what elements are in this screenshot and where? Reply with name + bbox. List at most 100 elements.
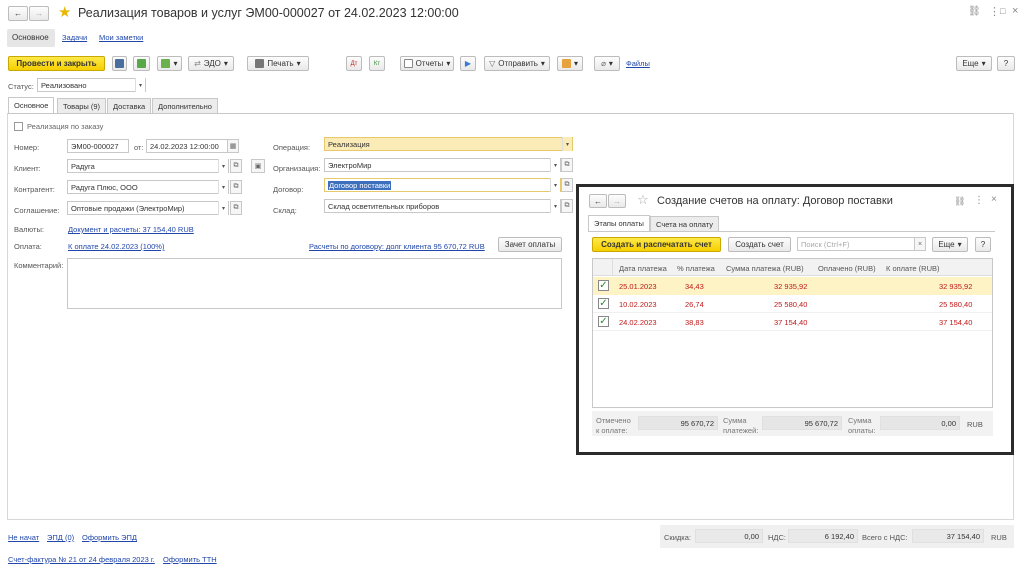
dialog-help-button[interactable]: ?	[975, 237, 991, 252]
maximize-icon[interactable]: □	[1000, 6, 1005, 16]
favorite-star-icon[interactable]: ★	[58, 3, 71, 21]
dialog-more-icon[interactable]: ⋮	[974, 195, 984, 206]
dialog-tab-stages[interactable]: Этапы оплаты	[588, 215, 650, 231]
status-select[interactable]: Реализовано	[37, 78, 146, 92]
chevron-down-icon[interactable]: ▾	[550, 199, 560, 213]
chevron-down-icon[interactable]: ▾	[218, 159, 228, 173]
create-epd-link[interactable]: Оформить ЭПД	[82, 533, 137, 542]
send-button[interactable]: ▽ Отправить ▾	[484, 56, 550, 71]
files-link[interactable]: Файлы	[626, 59, 650, 68]
dt-kt-button[interactable]: Дт	[346, 56, 362, 71]
dialog-tab-invoices[interactable]: Счета на оплату	[650, 216, 720, 231]
row-checkbox[interactable]: ✓	[598, 298, 609, 309]
col-sum[interactable]: Сумма платежа (RUB)	[726, 264, 804, 273]
chevron-down-icon[interactable]: ▾	[550, 158, 560, 172]
dialog-more-button[interactable]: Еще ▾	[932, 237, 968, 252]
tab-delivery[interactable]: Доставка	[107, 98, 152, 113]
create-invoice-button[interactable]: Создать счет	[728, 237, 791, 252]
link-icon[interactable]: ⛓	[968, 6, 981, 17]
comment-field[interactable]	[67, 258, 562, 309]
client-card-icon[interactable]: ▣	[251, 159, 265, 173]
row-checkbox[interactable]: ✓	[598, 316, 609, 327]
organization-field[interactable]: ЭлектроМир	[324, 158, 561, 172]
date-field[interactable]: 24.02.2023 12:00:00	[146, 139, 238, 153]
tab-additional[interactable]: Дополнительно	[152, 98, 218, 113]
tab-notes[interactable]: Мои заметки	[99, 33, 143, 42]
open-icon[interactable]: ⧉	[230, 201, 242, 215]
col-percent[interactable]: % платежа	[677, 264, 715, 273]
documents-button[interactable]: ▾	[557, 56, 583, 71]
clear-search-icon[interactable]: ×	[914, 237, 926, 251]
chevron-down-icon[interactable]: ▾	[218, 180, 228, 194]
chevron-down-icon[interactable]: ▾	[550, 178, 560, 192]
post-button[interactable]	[133, 56, 150, 71]
dialog-search-input[interactable]: Поиск (Ctrl+F)	[797, 237, 915, 251]
dialog-star-icon[interactable]: ☆	[637, 192, 649, 208]
edo-button[interactable]: ⇄ ЭДО ▾	[188, 56, 234, 71]
close-icon[interactable]: ×	[1012, 5, 1018, 17]
tab-main-nav[interactable]: Основное	[7, 29, 55, 47]
dialog-close-icon[interactable]: ×	[991, 194, 997, 205]
number-field[interactable]: ЭМ00-000027	[67, 139, 129, 153]
accounting-button[interactable]: Кт	[369, 56, 385, 71]
operation-field[interactable]: Реализация	[324, 137, 573, 151]
chevron-down-icon[interactable]: ▾	[135, 78, 145, 92]
back-button[interactable]: ←	[8, 6, 28, 21]
client-field[interactable]: Радуга	[67, 159, 229, 173]
forward-button[interactable]: →	[29, 6, 49, 21]
by-order-checkbox[interactable]	[14, 122, 23, 131]
counterparty-field[interactable]: Радуга Плюс, ООО	[67, 180, 229, 194]
dialog-back-button[interactable]: ←	[589, 194, 607, 208]
settlements-link[interactable]: Расчеты по договору: долг клиента 95 670…	[309, 242, 485, 251]
col-paid[interactable]: Оплачено (RUB)	[818, 264, 876, 273]
status-not-started-link[interactable]: Не начат	[8, 533, 39, 542]
open-icon[interactable]: ⧉	[230, 159, 242, 173]
chevron-down-icon[interactable]: ▾	[562, 137, 572, 151]
more-button[interactable]: Еще ▾	[956, 56, 992, 71]
contract-value: Договор поставки	[328, 181, 392, 190]
agreement-field[interactable]: Оптовые продажи (ЭлектроМир)	[67, 201, 229, 215]
tab-main[interactable]: Основное	[8, 97, 55, 113]
create-ttn-link[interactable]: Оформить ТТН	[163, 555, 217, 564]
comment-label: Комментарий:	[14, 261, 64, 270]
open-icon[interactable]: ⧉	[561, 178, 573, 192]
attach-button[interactable]: ⌀ ▾	[594, 56, 620, 71]
save-button[interactable]	[112, 56, 127, 71]
row-checkbox[interactable]: ✓	[598, 280, 609, 291]
total-label: Всего с НДС:	[862, 533, 908, 542]
total-value: 37 154,40	[912, 529, 984, 543]
col-date[interactable]: Дата платежа	[619, 264, 667, 273]
more-icon[interactable]: ⋮	[989, 5, 1000, 18]
dialog-link-icon[interactable]: ⛓	[954, 196, 965, 207]
open-icon[interactable]: ⧉	[561, 158, 573, 172]
marked-label-2: к оплате:	[596, 426, 628, 435]
tab-goods[interactable]: Товары (9)	[57, 98, 107, 113]
tab-tasks[interactable]: Задачи	[62, 33, 87, 42]
payment-label: Оплата:	[14, 242, 42, 251]
contract-field[interactable]: Договор поставки	[324, 178, 561, 192]
dialog-forward-button[interactable]: →	[608, 194, 626, 208]
col-due[interactable]: К оплате (RUB)	[886, 264, 940, 273]
currency-link[interactable]: Документ и расчеты: 37 154,40 RUB	[68, 225, 194, 234]
warehouse-field[interactable]: Склад осветительных приборов	[324, 199, 561, 213]
chevron-down-icon[interactable]: ▾	[218, 201, 228, 215]
counterparty-label: Контрагент:	[14, 185, 55, 194]
marked-value: 95 670,72	[638, 416, 718, 430]
offset-payment-button[interactable]: Зачет оплаты	[498, 237, 562, 252]
reports-button[interactable]: Отчеты ▾	[400, 56, 454, 71]
open-icon[interactable]: ⧉	[230, 180, 242, 194]
open-icon[interactable]: ⧉	[561, 199, 573, 213]
post-close-button[interactable]: Провести и закрыть	[8, 56, 105, 71]
epd-link[interactable]: ЭПД (0)	[47, 533, 74, 542]
structure-button[interactable]: ▶	[460, 56, 476, 71]
print-button[interactable]: Печать ▾	[247, 56, 309, 71]
create-based-button[interactable]: ▾	[157, 56, 182, 71]
window-title: Реализация товаров и услуг ЭМ00-000027 о…	[78, 6, 459, 20]
payments-label-2: платежей:	[723, 426, 759, 435]
help-button[interactable]: ?	[997, 56, 1015, 71]
create-print-invoice-button[interactable]: Создать и распечатать счет	[592, 237, 721, 252]
calendar-icon[interactable]: ▦	[227, 139, 239, 153]
invoice-link[interactable]: Счет-фактура № 21 от 24 февраля 2023 г.	[8, 555, 155, 564]
currency-code: RUB	[991, 533, 1007, 542]
payment-link[interactable]: К оплате 24.02.2023 (100%)	[68, 242, 164, 251]
